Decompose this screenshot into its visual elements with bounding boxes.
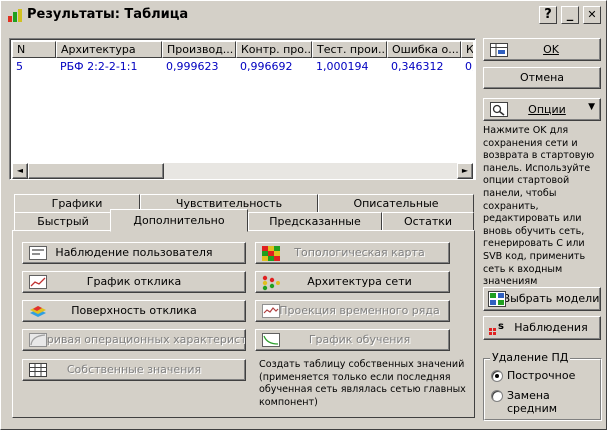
results-window: Результаты: Таблица ? _ ✕ N Архитектура … bbox=[0, 0, 607, 430]
response-surface-label: Поверхность отклика bbox=[71, 304, 197, 317]
eigenvalues-description: Создать таблицу собственных значений (пр… bbox=[259, 359, 466, 408]
options-icon bbox=[490, 102, 508, 117]
table-header: N Архитектура Производ... Контр. про... … bbox=[12, 41, 473, 58]
tab-residuals[interactable]: Остатки bbox=[382, 212, 474, 231]
line-chart-icon bbox=[29, 275, 47, 289]
close-button[interactable]: ✕ bbox=[583, 6, 601, 24]
window-title: Результаты: Таблица bbox=[27, 7, 189, 22]
save-network-icon bbox=[490, 43, 508, 57]
observations-icon: s bbox=[489, 321, 504, 335]
radio-mean-replace[interactable] bbox=[491, 390, 503, 402]
group-title: Удаление ПД bbox=[490, 351, 571, 364]
select-models-button[interactable]: Выбрать модели bbox=[483, 287, 601, 311]
table-cell: 5 bbox=[16, 60, 23, 73]
table-cell: 1,000194 bbox=[316, 60, 369, 73]
user-observation-button[interactable]: Наблюдение пользователя bbox=[22, 242, 246, 264]
surface-icon bbox=[30, 306, 46, 317]
network-icon bbox=[262, 275, 280, 291]
options-button[interactable]: Опции ▼ bbox=[483, 98, 601, 121]
help-text: Нажмите OK для сохранения сети и возврат… bbox=[483, 125, 595, 300]
response-surface-button[interactable]: Поверхность отклика bbox=[22, 300, 246, 322]
training-graph-button[interactable]: График обучения bbox=[255, 329, 450, 351]
scroll-thumb[interactable] bbox=[28, 163, 164, 179]
roc-curve-button[interactable]: Кривая операционных характеристик bbox=[22, 329, 246, 351]
table-cell: 0,999623 bbox=[166, 60, 219, 73]
results-table: N Архитектура Производ... Контр. про... … bbox=[9, 38, 476, 180]
column-header[interactable]: Тест. прои... bbox=[312, 41, 387, 58]
tab-predicted[interactable]: Предсказанные bbox=[248, 212, 382, 231]
scroll-right-button[interactable]: ► bbox=[457, 163, 473, 179]
horizontal-scrollbar[interactable]: ◄ ► bbox=[12, 163, 473, 179]
cancel-button[interactable]: Отмена bbox=[483, 67, 601, 89]
response-graph-button[interactable]: График отклика bbox=[22, 271, 246, 293]
time-series-projection-label: Проекция временного ряда bbox=[279, 304, 440, 317]
options-label: Опции bbox=[528, 103, 566, 116]
column-header[interactable]: Архитектура bbox=[56, 41, 162, 58]
column-header[interactable]: Контр. про... bbox=[236, 41, 312, 58]
user-observation-label: Наблюдение пользователя bbox=[55, 246, 213, 259]
select-models-icon bbox=[488, 291, 506, 307]
column-header[interactable]: Ко bbox=[461, 41, 473, 58]
training-chart-icon bbox=[262, 333, 280, 347]
svg-text:s: s bbox=[498, 321, 504, 332]
column-header[interactable]: N bbox=[12, 41, 56, 58]
observations-button[interactable]: s Наблюдения bbox=[483, 316, 601, 340]
table-cell: 0,996692 bbox=[240, 60, 293, 73]
title-bar: Результаты: Таблица ? _ ✕ bbox=[3, 3, 604, 27]
delete-missing-data-group: Удаление ПД Построчное Замена средним bbox=[483, 351, 602, 421]
tab-quick[interactable]: Быстрый bbox=[14, 212, 112, 231]
topological-map-button[interactable]: Топологическая карта bbox=[255, 242, 450, 264]
time-series-projection-button[interactable]: Проекция временного ряда bbox=[255, 300, 450, 322]
ok-label: OK bbox=[543, 43, 559, 56]
tab-advanced[interactable]: Дополнительно bbox=[110, 209, 248, 232]
help-button[interactable]: ? bbox=[539, 6, 557, 24]
table-cell: РБФ 2:2-2-1:1 bbox=[60, 60, 138, 73]
cancel-label: Отмена bbox=[519, 71, 565, 84]
topological-map-label: Топологическая карта bbox=[294, 246, 425, 259]
response-graph-label: График отклика bbox=[86, 275, 182, 288]
column-header[interactable]: Производ... bbox=[162, 41, 236, 58]
eigenvalues-button[interactable]: Собственные значения bbox=[22, 359, 246, 381]
tab-descriptive[interactable]: Описательные bbox=[318, 194, 474, 213]
table-row[interactable]: 5 РБФ 2:2-2-1:1 0,999623 0,996692 1,0001… bbox=[12, 59, 473, 75]
scroll-left-button[interactable]: ◄ bbox=[12, 163, 28, 179]
table-grid-icon bbox=[29, 363, 47, 377]
observations-label: Наблюдения bbox=[514, 321, 588, 334]
ok-button[interactable]: OK bbox=[483, 38, 601, 61]
table-cell: 0,346312 bbox=[391, 60, 444, 73]
user-observation-icon bbox=[29, 246, 47, 260]
time-series-icon bbox=[262, 304, 280, 318]
minimize-button[interactable]: _ bbox=[561, 6, 579, 24]
radio-row-deletion[interactable] bbox=[491, 370, 503, 382]
column-header[interactable]: Ошибка о... bbox=[387, 41, 461, 58]
table-cell: 0,3 bbox=[465, 60, 473, 73]
network-architecture-button[interactable]: Архитектура сети bbox=[255, 271, 450, 293]
eigenvalues-label: Собственные значения bbox=[66, 363, 202, 376]
roc-curve-label: Кривая операционных характеристик bbox=[39, 333, 246, 346]
app-icon bbox=[7, 7, 23, 23]
training-graph-label: График обучения bbox=[308, 333, 411, 346]
network-architecture-label: Архитектура сети bbox=[307, 275, 412, 288]
radio-mean-replace-label[interactable]: Замена средним bbox=[507, 389, 581, 415]
heatmap-icon bbox=[262, 246, 280, 261]
dropdown-arrow-icon: ▼ bbox=[588, 102, 595, 112]
radio-row-deletion-label[interactable]: Построчное bbox=[507, 369, 575, 382]
curve-chart-icon bbox=[29, 333, 47, 347]
